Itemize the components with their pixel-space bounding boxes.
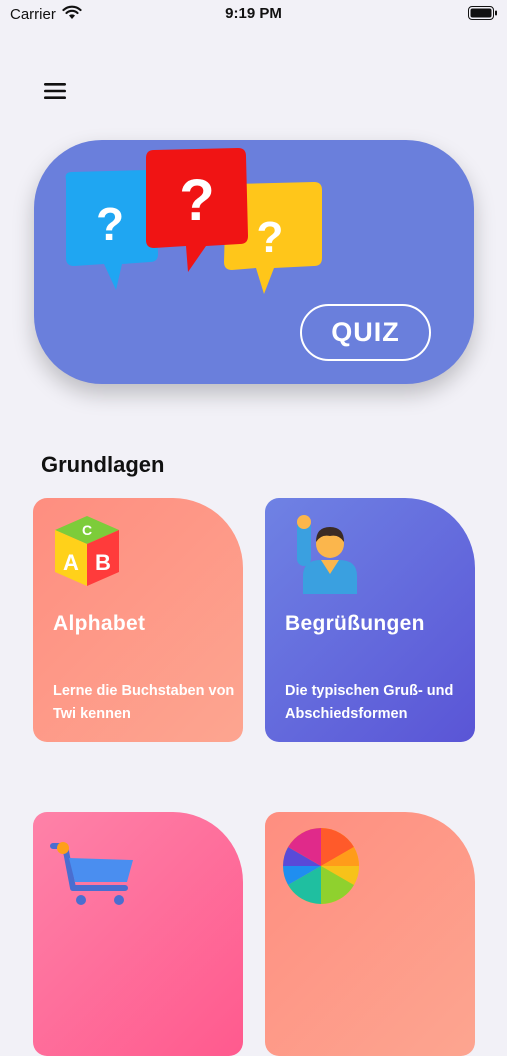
waving-person-icon bbox=[297, 515, 357, 594]
svg-text:?: ? bbox=[179, 168, 214, 233]
quiz-banner[interactable]: ? ? ? QUIZ bbox=[34, 140, 474, 384]
greetings-card[interactable]: Begrüßungen Die typischen Gruß- und Absc… bbox=[265, 498, 475, 742]
card-description: Die typischen Gruß- und Abschiedsformen bbox=[285, 683, 454, 722]
svg-text:?: ? bbox=[257, 213, 284, 262]
svg-text:C: C bbox=[82, 522, 92, 538]
status-bar: Carrier 9:19 PM bbox=[0, 0, 507, 28]
shopping-card[interactable] bbox=[33, 812, 243, 1056]
card-description: Lerne die Buchstaben von Twi kennen bbox=[53, 683, 235, 722]
battery-icon bbox=[468, 6, 497, 20]
status-time: 9:19 PM bbox=[225, 5, 282, 22]
card-title: Alphabet bbox=[53, 612, 146, 635]
card-title: Begrüßungen bbox=[285, 612, 425, 635]
colors-card[interactable] bbox=[265, 812, 475, 1056]
quiz-button[interactable]: QUIZ bbox=[300, 304, 431, 361]
alphabet-card[interactable]: C A B Alphabet Lerne die Buchstaben von … bbox=[33, 498, 243, 742]
svg-text:A: A bbox=[63, 550, 79, 575]
color-wheel-icon bbox=[283, 828, 359, 904]
svg-text:B: B bbox=[95, 550, 111, 575]
abc-blocks-icon: C A B bbox=[55, 516, 119, 586]
question-speech-bubbles-icon: ? ? ? bbox=[65, 148, 322, 294]
shopping-cart-icon bbox=[50, 842, 133, 905]
section-title: Grundlagen bbox=[41, 452, 165, 477]
hamburger-menu-icon[interactable] bbox=[41, 80, 69, 102]
svg-text:?: ? bbox=[96, 198, 124, 250]
